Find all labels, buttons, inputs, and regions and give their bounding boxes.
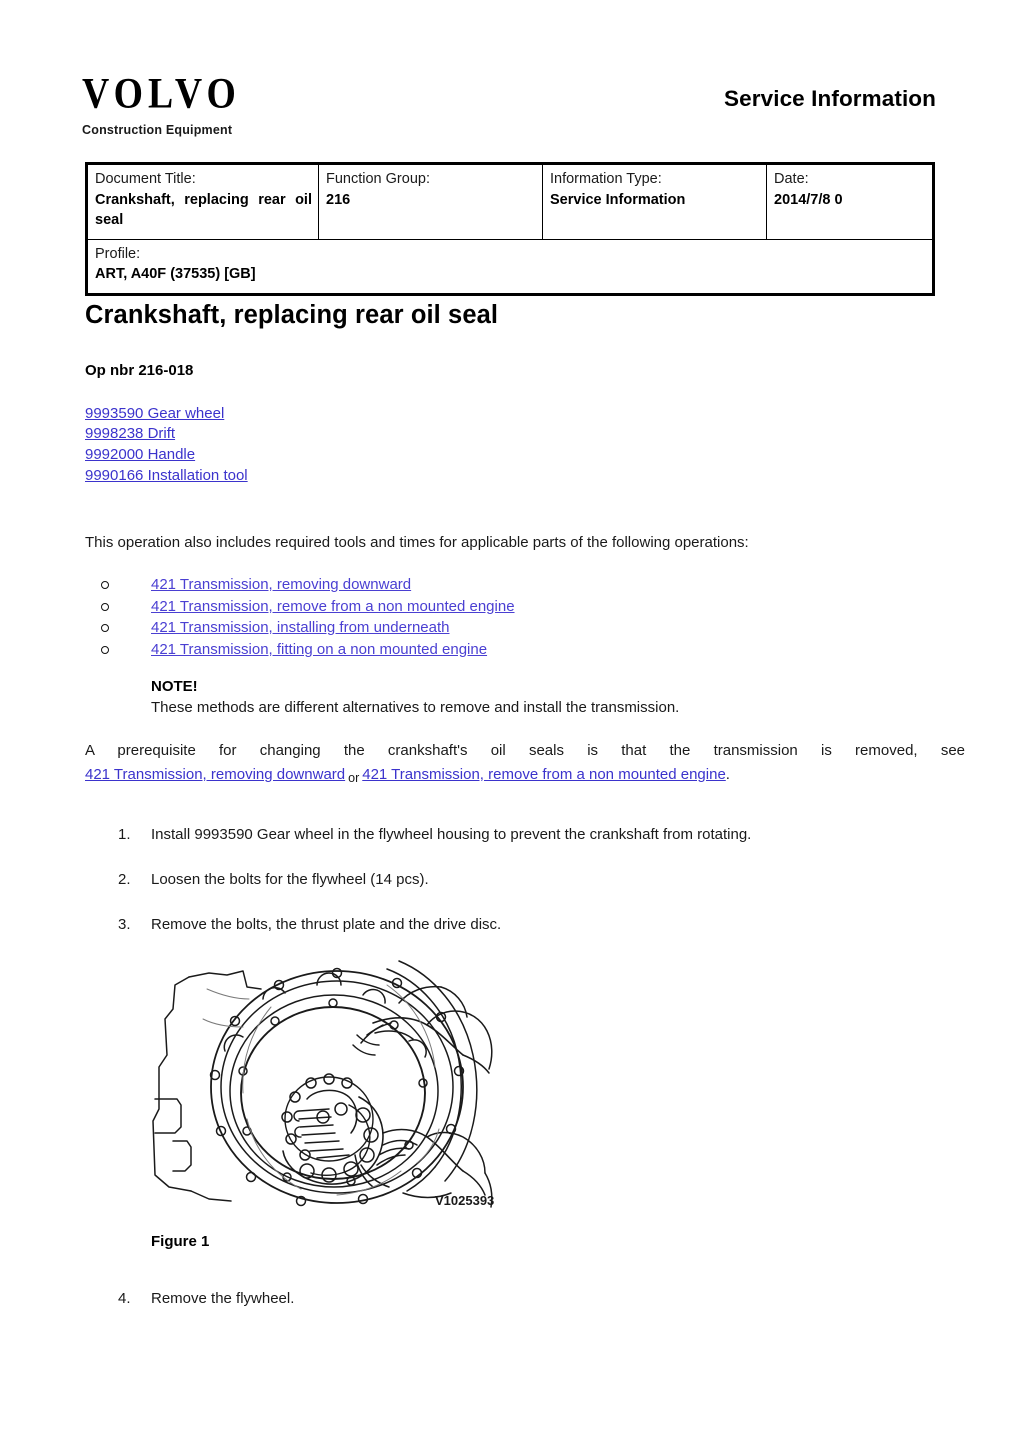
list-item: 421 Transmission, installing from undern… — [85, 618, 965, 639]
step-number: 4. — [118, 1289, 131, 1307]
value-function-group: 216 — [326, 191, 351, 208]
value-document-title: Crankshaft, replacing rear oil seal — [95, 191, 312, 229]
note-title: NOTE! — [151, 678, 198, 696]
tool-links-list: 9993590 Gear wheel 9998238 Drift 9992000… — [85, 404, 965, 487]
procedure-steps-continued: 4. Remove the flywheel. — [85, 1288, 965, 1309]
prerequisite-line-1: A prerequisite for changing the cranksha… — [85, 742, 965, 760]
volvo-wordmark-text: VOLVO — [82, 69, 241, 119]
service-information-heading: Service Information — [724, 86, 936, 111]
cell-profile: Profile: ART, A40F (37535) [GB] — [87, 238, 933, 294]
page-title: Crankshaft, replacing rear oil seal — [85, 301, 499, 329]
step-number: 3. — [118, 915, 131, 933]
step-item-4: 4. Remove the flywheel. — [85, 1288, 965, 1309]
label-profile: Profile: — [95, 245, 141, 262]
step-item-1: 1. Install 9993590 Gear wheel in the fly… — [85, 824, 965, 845]
table-row: Document Title: Crankshaft, replacing re… — [87, 164, 933, 240]
step-number: 1. — [118, 825, 131, 843]
circle-bullet-icon — [101, 602, 109, 611]
document-page: VOLVO Construction Equipment Service Inf… — [0, 0, 1024, 1449]
table-row: Profile: ART, A40F (37535) [GB] — [87, 238, 933, 294]
label-document-title: Document Title: — [95, 171, 196, 187]
circle-bullet-icon — [101, 580, 109, 589]
value-profile: ART, A40F (37535) [GB] — [95, 266, 256, 283]
related-operations-list: 421 Transmission, removing downward 421 … — [85, 575, 965, 660]
operation-link-fitting-non-mounted[interactable]: 421 Transmission, fitting on a non mount… — [151, 641, 487, 658]
prerequisite-link-remove-non-mounted[interactable]: 421 Transmission, remove from a non moun… — [362, 766, 726, 783]
list-item: 421 Transmission, fitting on a non mount… — [85, 640, 965, 661]
page-header: VOLVO Construction Equipment Service Inf… — [82, 72, 936, 147]
note-block: NOTE! These methods are different altern… — [85, 676, 965, 718]
prerequisite-paragraph: A prerequisite for changing the cranksha… — [85, 740, 965, 786]
label-information-type: Information Type: — [550, 171, 662, 187]
step-text: Remove the bolts, the thrust plate and t… — [151, 915, 502, 933]
prerequisite-conjunction: or — [348, 770, 360, 785]
figure-image-id: V1025393 — [435, 1193, 494, 1208]
volvo-logo: VOLVO Construction Equipment — [82, 72, 382, 137]
tool-link-drift[interactable]: 9998238 Drift — [85, 424, 965, 445]
prerequisite-link-removing-downward[interactable]: 421 Transmission, removing downward — [85, 766, 345, 783]
procedure-steps: 1. Install 9993590 Gear wheel in the fly… — [85, 824, 965, 935]
tool-link-installation-tool[interactable]: 9990166 Installation tool — [85, 466, 965, 487]
figure-illustration: V1025393 — [151, 959, 511, 1219]
operation-link-installing-underneath[interactable]: 421 Transmission, installing from undern… — [151, 619, 450, 636]
step-text: Loosen the bolts for the flywheel (14 pc… — [151, 870, 429, 888]
operation-link-removing-downward[interactable]: 421 Transmission, removing downward — [151, 576, 411, 593]
figure-container: V1025393 — [85, 959, 965, 1219]
document-info-table: Document Title: Crankshaft, replacing re… — [85, 162, 935, 296]
document-body: Crankshaft, replacing rear oil seal Op n… — [85, 300, 965, 1333]
label-function-group: Function Group: — [326, 171, 430, 187]
list-item: 421 Transmission, remove from a non moun… — [85, 597, 965, 618]
note-text: These methods are different alternatives… — [151, 699, 680, 717]
prerequisite-trailing-period: . — [725, 765, 730, 783]
op-number: Op nbr 216-018 — [85, 361, 194, 379]
value-information-type: Service Information — [550, 191, 686, 208]
step-item-3: 3. Remove the bolts, the thrust plate an… — [85, 914, 965, 935]
cell-information-type: Information Type: Service Information — [542, 164, 767, 240]
volvo-logo-subtitle: Construction Equipment — [82, 123, 233, 137]
step-text: Remove the flywheel. — [151, 1289, 295, 1307]
prerequisite-line-2: 421 Transmission, removing downward or 421… — [85, 764, 965, 786]
tool-link-handle[interactable]: 9992000 Handle — [85, 445, 965, 466]
cell-document-title: Document Title: Crankshaft, replacing re… — [87, 164, 319, 240]
cell-date: Date: 2014/7/8 0 — [766, 164, 933, 240]
tool-link-gear-wheel[interactable]: 9993590 Gear wheel — [85, 404, 965, 425]
label-date: Date: — [774, 171, 809, 187]
step-text: Install 9993590 Gear wheel in the flywhe… — [151, 825, 752, 843]
circle-bullet-icon — [101, 645, 109, 654]
cell-function-group: Function Group: 216 — [318, 164, 543, 240]
step-number: 2. — [118, 870, 131, 888]
circle-bullet-icon — [101, 624, 109, 633]
step-item-2: 2. Loosen the bolts for the flywheel (14… — [85, 869, 965, 890]
operation-link-remove-non-mounted[interactable]: 421 Transmission, remove from a non moun… — [151, 598, 515, 615]
list-item: 421 Transmission, removing downward — [85, 575, 965, 596]
value-date: 2014/7/8 0 — [774, 191, 843, 208]
figure-caption: Figure 1 — [151, 1232, 210, 1250]
intro-paragraph: This operation also includes required to… — [85, 533, 749, 551]
